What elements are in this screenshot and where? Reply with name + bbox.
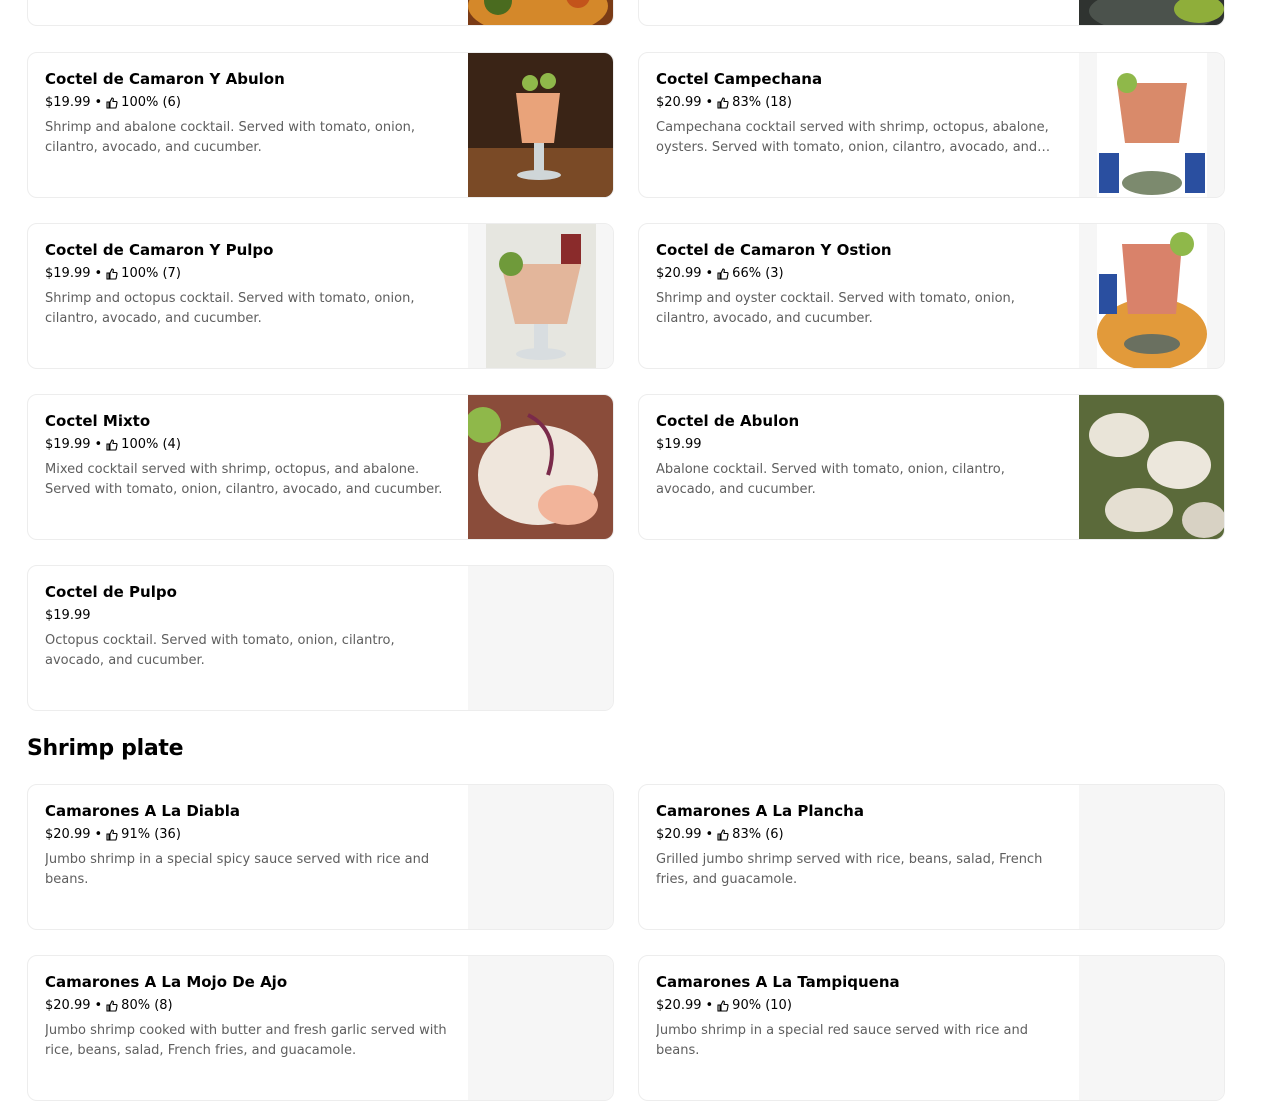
item-photo [1079, 0, 1224, 25]
item-price: $19.99 [45, 608, 91, 623]
item-name: Coctel de Camaron Y Abulon [45, 70, 285, 88]
item-price: $20.99 [656, 95, 702, 110]
item-description: Grilled jumbo shrimp served with rice, b… [656, 852, 1043, 887]
menu-item-card[interactable]: Camarones A La Mojo De Ajo $20.99 • 80% … [27, 955, 614, 1101]
menu-item-card-partial[interactable] [638, 0, 1225, 26]
item-price: $20.99 [45, 998, 91, 1013]
menu-item-card[interactable]: Coctel de Pulpo $19.99 Octopus cocktail.… [27, 565, 614, 711]
item-price: $19.99 [45, 95, 91, 110]
item-photo [468, 395, 613, 539]
item-photo [468, 224, 613, 368]
item-price: $19.99 [656, 437, 702, 452]
menu-item-card[interactable]: Coctel de Camaron Y Pulpo $19.99 • 100% … [27, 223, 614, 369]
thumbs-up-icon [106, 268, 118, 280]
thumbs-up-icon [106, 829, 118, 841]
menu-item-card[interactable]: Coctel de Camaron Y Abulon $19.99 • 100%… [27, 52, 614, 198]
separator: • [94, 266, 103, 281]
item-photo [1079, 53, 1224, 197]
item-rating: 83% (18) [732, 95, 792, 110]
section-title-shrimp-plate: Shrimp plate [27, 736, 184, 761]
item-rating: 91% (36) [121, 827, 181, 842]
item-description: Mixed cocktail served with shrimp, octop… [45, 462, 443, 497]
item-name: Camarones A La Plancha [656, 802, 864, 820]
separator: • [94, 437, 103, 452]
menu-grid-cocteles: Coctel de Camaron Y Abulon $19.99 • 100%… [27, 52, 1225, 711]
thumbs-up-icon [106, 97, 118, 109]
menu-item-card[interactable]: Camarones A La Plancha $20.99 • 83% (6) … [638, 784, 1225, 930]
item-description: Shrimp and octopus cocktail. Served with… [45, 291, 415, 326]
item-price: $20.99 [656, 266, 702, 281]
menu-item-card[interactable]: Camarones A La Tampiquena $20.99 • 90% (… [638, 955, 1225, 1101]
item-name: Coctel de Pulpo [45, 583, 177, 601]
menu-grid-top-partial [27, 0, 1225, 26]
item-photo-placeholder [468, 566, 613, 710]
item-description: Shrimp and abalone cocktail. Served with… [45, 120, 416, 155]
item-photo [468, 53, 613, 197]
menu-item-card-partial[interactable] [27, 0, 614, 26]
item-rating: 66% (3) [732, 266, 784, 281]
item-name: Camarones A La Diabla [45, 802, 241, 820]
item-photo-placeholder [468, 956, 613, 1100]
thumbs-up-icon [717, 829, 729, 841]
menu-item-card[interactable]: Coctel Campechana $20.99 • 83% (18) Camp… [638, 52, 1225, 198]
item-photo [1079, 395, 1224, 539]
thumbs-up-icon [106, 1000, 118, 1012]
menu-item-card[interactable]: Camarones A La Diabla $20.99 • 91% (36) … [27, 784, 614, 930]
item-description: Jumbo shrimp in a special red sauce serv… [656, 1023, 1028, 1058]
item-photo [1079, 224, 1224, 368]
item-photo-placeholder [468, 785, 613, 929]
menu-grid-shrimp-plate: Camarones A La Diabla $20.99 • 91% (36) … [27, 784, 1225, 1101]
item-rating: 100% (4) [121, 437, 181, 452]
item-description: Shrimp and oyster cocktail. Served with … [656, 291, 1015, 326]
item-name: Camarones A La Tampiquena [656, 973, 900, 991]
item-description: Jumbo shrimp in a special spicy sauce se… [45, 852, 430, 887]
item-price: $20.99 [656, 998, 702, 1013]
separator: • [94, 827, 103, 842]
item-price: $19.99 [45, 437, 91, 452]
menu-item-card[interactable]: Coctel de Camaron Y Ostion $20.99 • 66% … [638, 223, 1225, 369]
item-name: Coctel Campechana [656, 70, 823, 88]
item-photo-placeholder [1079, 956, 1224, 1100]
item-name: Coctel de Abulon [656, 412, 800, 430]
item-description: Jumbo shrimp cooked with butter and fres… [45, 1023, 447, 1058]
item-price: $20.99 [45, 827, 91, 842]
menu-item-card[interactable]: Coctel de Abulon $19.99 Abalone cocktail… [638, 394, 1225, 540]
item-name: Coctel Mixto [45, 412, 151, 430]
separator: • [705, 266, 714, 281]
item-rating: 80% (8) [121, 998, 173, 1013]
separator: • [705, 827, 714, 842]
separator: • [705, 998, 714, 1013]
thumbs-up-icon [717, 97, 729, 109]
item-rating: 100% (7) [121, 266, 181, 281]
item-photo [468, 0, 613, 25]
item-description: Campechana cocktail served with shrimp, … [656, 120, 1049, 155]
menu-item-card[interactable]: Coctel Mixto $19.99 • 100% (4) Mixed coc… [27, 394, 614, 540]
item-name: Coctel de Camaron Y Pulpo [45, 241, 274, 259]
item-description: Octopus cocktail. Served with tomato, on… [45, 633, 395, 668]
thumbs-up-icon [717, 1000, 729, 1012]
item-name: Camarones A La Mojo De Ajo [45, 973, 288, 991]
item-photo-placeholder [1079, 785, 1224, 929]
item-price: $20.99 [656, 827, 702, 842]
item-price: $19.99 [45, 266, 91, 281]
thumbs-up-icon [106, 439, 118, 451]
separator: • [94, 95, 103, 110]
separator: • [705, 95, 714, 110]
item-description: Abalone cocktail. Served with tomato, on… [656, 462, 1005, 497]
thumbs-up-icon [717, 268, 729, 280]
item-name: Coctel de Camaron Y Ostion [656, 241, 892, 259]
item-rating: 90% (10) [732, 998, 792, 1013]
item-rating: 100% (6) [121, 95, 181, 110]
item-rating: 83% (6) [732, 827, 784, 842]
separator: • [94, 998, 103, 1013]
